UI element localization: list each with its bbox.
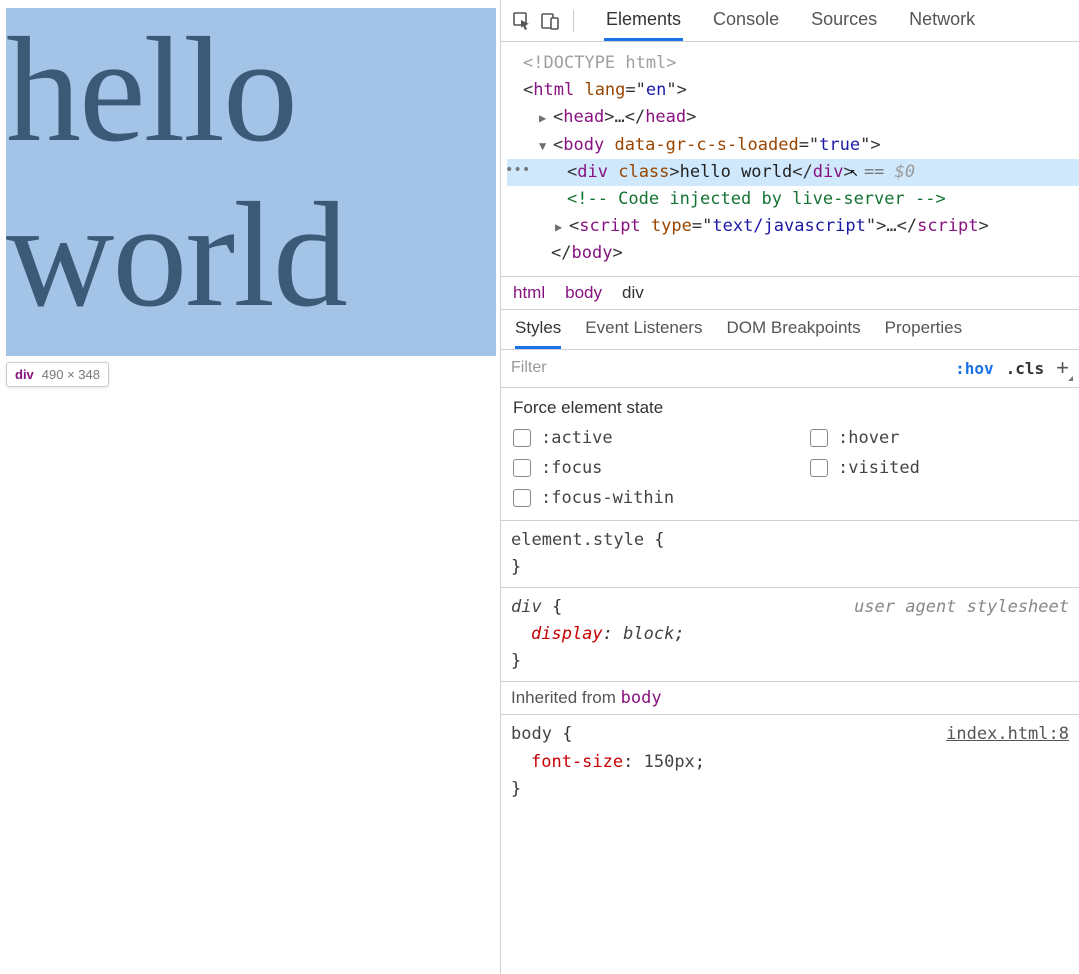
subtab-dom-breakpoints[interactable]: DOM Breakpoints [726, 310, 860, 349]
context-dots-icon[interactable]: ••• [505, 159, 530, 181]
cls-toggle-button[interactable]: .cls [1006, 359, 1045, 378]
inspected-element-highlight[interactable]: hello world [6, 8, 496, 356]
tab-sources[interactable]: Sources [809, 0, 879, 41]
checkbox-icon[interactable] [513, 459, 531, 477]
toolbar-divider [573, 10, 574, 32]
dom-body-open[interactable]: ▼<body data-gr-c-s-loaded="true"> [507, 132, 1079, 159]
rendered-page-pane: hello world div 490 × 348 [0, 0, 500, 974]
state-visited[interactable]: :visited [810, 458, 1067, 478]
inspect-icon[interactable] [511, 10, 533, 32]
checkbox-icon[interactable] [513, 429, 531, 447]
dom-script[interactable]: ▶<script type="text/javascript">…</scrip… [507, 213, 1079, 240]
styles-filter-input[interactable] [511, 359, 943, 377]
checkbox-icon[interactable] [810, 459, 828, 477]
breadcrumb-body[interactable]: body [565, 283, 602, 303]
subtab-properties[interactable]: Properties [885, 310, 962, 349]
subtab-event-listeners[interactable]: Event Listeners [585, 310, 702, 349]
tab-network[interactable]: Network [907, 0, 977, 41]
source-link[interactable]: index.html:8 [946, 721, 1069, 748]
tooltip-dimensions: 490 × 348 [42, 367, 100, 382]
add-rule-button[interactable]: + [1056, 357, 1069, 379]
dom-doctype[interactable]: <!DOCTYPE html> [507, 50, 1079, 77]
state-focus-within[interactable]: :focus-within [513, 488, 770, 508]
tooltip-tagname: div [15, 367, 34, 382]
element-style-block[interactable]: element.style {} [501, 521, 1079, 588]
dom-selected-div[interactable]: •••<div class>hello world</div> == $0↖ [507, 159, 1079, 186]
devtools-toolbar: Elements Console Sources Network [501, 0, 1079, 42]
ua-stylesheet-note: user agent stylesheet [854, 594, 1069, 621]
checkbox-icon[interactable] [513, 489, 531, 507]
body-rule-block[interactable]: index.html:8 body { font-size: 150px;} [501, 715, 1079, 809]
devtools-pane: Elements Console Sources Network <!DOCTY… [500, 0, 1079, 974]
styles-filter-bar: :hov .cls + [501, 350, 1079, 388]
force-state-title: Force element state [513, 398, 1067, 418]
subtab-styles[interactable]: Styles [515, 310, 561, 349]
dom-tree[interactable]: <!DOCTYPE html> <html lang="en"> ▶<head>… [501, 42, 1079, 277]
force-state-panel: Force element state :active :hover :focu… [501, 388, 1079, 521]
state-focus[interactable]: :focus [513, 458, 770, 478]
breadcrumb-div[interactable]: div [622, 283, 644, 303]
main-tabs: Elements Console Sources Network [604, 0, 977, 41]
element-tooltip: div 490 × 348 [6, 362, 109, 387]
state-active[interactable]: :active [513, 428, 770, 448]
state-hover[interactable]: :hover [810, 428, 1067, 448]
dom-head[interactable]: ▶<head>…</head> [507, 104, 1079, 131]
tab-elements[interactable]: Elements [604, 0, 683, 41]
expand-arrow-icon[interactable]: ▶ [539, 109, 551, 128]
tab-console[interactable]: Console [711, 0, 781, 41]
breadcrumb-html[interactable]: html [513, 283, 545, 303]
device-toggle-icon[interactable] [539, 10, 561, 32]
dom-body-close[interactable]: </body> [507, 240, 1079, 267]
div-rule-block[interactable]: user agent stylesheet div { display: blo… [501, 588, 1079, 683]
inherited-from-label: Inherited from body [501, 682, 1079, 715]
hov-toggle-button[interactable]: :hov [955, 359, 994, 378]
dom-html-open[interactable]: <html lang="en"> [507, 77, 1079, 104]
expand-arrow-icon[interactable]: ▶ [555, 218, 567, 237]
mouse-cursor-icon: ↖ [850, 161, 858, 183]
checkbox-icon[interactable] [810, 429, 828, 447]
dom-comment[interactable]: <!-- Code injected by live-server --> [507, 186, 1079, 213]
expand-arrow-icon[interactable]: ▼ [539, 137, 551, 156]
rendered-text: hello world [6, 8, 496, 338]
breadcrumb: html body div [501, 277, 1079, 310]
sub-tabs: Styles Event Listeners DOM Breakpoints P… [501, 310, 1079, 350]
